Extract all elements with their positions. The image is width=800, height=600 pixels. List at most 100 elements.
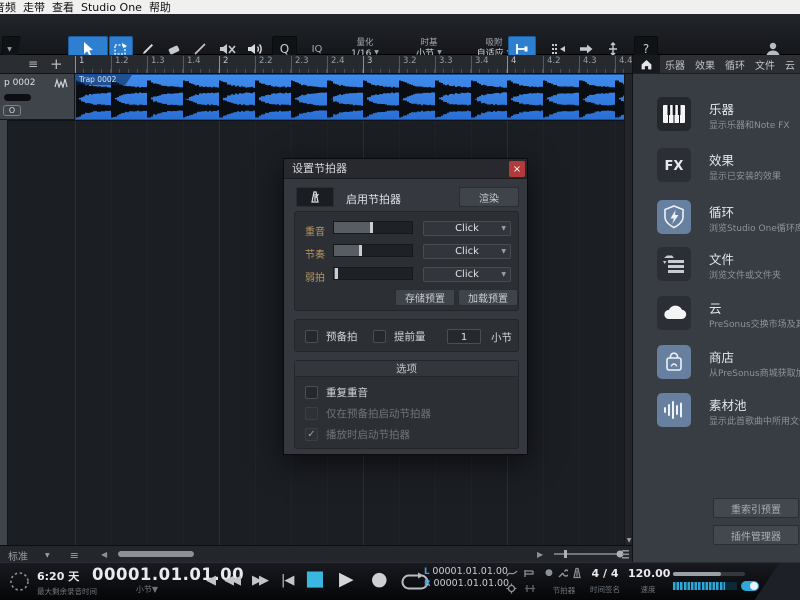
horizontal-scrollbar-thumb[interactable] — [118, 551, 194, 557]
dialog-title[interactable]: 设置节拍器 — [284, 159, 527, 179]
record-mode-icon[interactable]: ● — [545, 568, 553, 578]
offbeat-level-slider[interactable] — [333, 267, 413, 280]
record-button[interactable]: ● — [371, 568, 388, 590]
waveform-icon — [54, 78, 68, 88]
plugin-manager-button[interactable]: 插件管理器 — [713, 525, 799, 545]
browser-item-1[interactable]: FX 效果显示已安装的效果 — [643, 148, 799, 192]
automation-icon[interactable] — [506, 569, 518, 578]
punch-icon[interactable] — [524, 584, 536, 593]
menu-item-3[interactable]: Studio One — [81, 1, 149, 14]
browser-item-2[interactable]: 循环浏览Studio One循环库 — [643, 200, 799, 244]
accent-level-fill — [334, 222, 371, 233]
chevron-down-icon: ▼ — [501, 225, 506, 232]
loop-left-value: 00001.01.01.00 — [432, 566, 508, 577]
offbeat-sound-dropdown[interactable]: Click ▼ — [423, 267, 511, 282]
tab-1[interactable]: 效果 — [690, 57, 720, 72]
render-button[interactable]: 渲染 — [459, 187, 519, 207]
tab-4[interactable]: 云 — [780, 57, 800, 72]
dialog-close-button[interactable]: × — [509, 161, 525, 177]
tab-0[interactable]: 乐器 — [660, 57, 690, 72]
stop-button[interactable]: ■ — [305, 566, 325, 590]
position-display[interactable]: 00001.01.01.00 小节▼ — [92, 565, 202, 595]
play-button[interactable]: ▶ — [339, 568, 354, 590]
add-track-icon[interactable]: + — [50, 55, 63, 73]
return-to-zero-button[interactable]: |◀ — [281, 573, 293, 588]
accent-level-slider[interactable] — [333, 221, 413, 234]
offset-option[interactable]: 提前量 — [373, 329, 426, 344]
metronome-output-toggle[interactable] — [741, 581, 759, 591]
precount-only-checkbox[interactable] — [305, 407, 318, 420]
zoom-slider[interactable] — [552, 549, 628, 559]
audio-clip[interactable]: Trap 0002 — [75, 74, 628, 120]
precount-option[interactable]: 预备拍 — [305, 329, 358, 344]
accent-repeat-checkbox[interactable] — [305, 386, 318, 399]
tab-3[interactable]: 文件 — [750, 57, 780, 72]
track-header[interactable]: p 0002 O — [0, 74, 75, 120]
files-icon — [657, 247, 691, 281]
beat-level-handle[interactable] — [359, 245, 362, 256]
timeline-ruler[interactable]: 11.21.31.422.22.32.433.23.33.444.24.34.4 — [75, 55, 632, 74]
browser-item-5[interactable]: 商店从PreSonus商城获取加载项 — [643, 345, 799, 389]
nudge-left-button[interactable]: ◀ — [206, 573, 213, 588]
browser-panel: 乐器效果循环文件云商店 乐器显示乐器和Note FX FX 效果显示已安装的效果… — [632, 55, 800, 562]
browser-item-3[interactable]: 文件浏览文件或文件夹 — [643, 247, 799, 291]
vertical-scrollbar[interactable]: ▼ — [624, 74, 632, 545]
accent-level-handle[interactable] — [370, 222, 373, 233]
monitor-button[interactable]: O — [3, 105, 21, 116]
time-signature-display[interactable]: 4 / 4 时间签名 — [586, 567, 624, 595]
browser-item-0[interactable]: 乐器显示乐器和Note FX — [643, 97, 799, 141]
fast-forward-button[interactable]: ▶▶ — [252, 573, 266, 588]
grid-icon — [551, 42, 567, 56]
option-accent-repeat[interactable]: 重复重音 — [305, 385, 368, 400]
accent-sound-dropdown[interactable]: Click ▼ — [423, 221, 511, 236]
offbeat-level-handle[interactable] — [335, 268, 338, 279]
question-icon: ? — [643, 42, 649, 56]
store-preset-button[interactable]: 存储预置 — [395, 289, 455, 306]
toolbar: ▼ — [0, 14, 800, 55]
load-preset-button[interactable]: 加载预置 — [458, 289, 518, 306]
track-list-menu-icon[interactable]: ≡ — [28, 57, 38, 71]
position-unit-label[interactable]: 小节▼ — [92, 584, 202, 595]
tab-2[interactable]: 循环 — [720, 57, 750, 72]
offbeat-label: 弱拍 — [305, 269, 325, 284]
option-precount-only[interactable]: 仅在预备拍启动节拍器 — [305, 406, 431, 421]
marker-icon[interactable] — [524, 569, 536, 578]
tab-home[interactable] — [633, 55, 660, 74]
offset-bars-input[interactable]: 1 — [447, 329, 481, 344]
loop-range-display[interactable]: L00001.01.01.00 R00001.01.01.00 — [424, 566, 509, 590]
precount-group: 预备拍 提前量 1 小节 — [294, 319, 519, 352]
menu-item-1[interactable]: 走带 — [23, 0, 52, 14]
gear-icon[interactable] — [506, 583, 517, 594]
browser-item-4[interactable]: 云PreSonus交换市场及其他服务 — [643, 296, 799, 340]
tempo-value: 120.00 — [628, 567, 668, 580]
reindex-presets-button[interactable]: 重索引预置 — [713, 498, 799, 518]
transport-bar: 6:20 天 最大剩余录音时间 00001.01.01.00 小节▼ ◀ ◀◀ … — [0, 562, 800, 600]
metronome-toggle-button[interactable] — [296, 187, 334, 207]
view-mode-dropdown[interactable]: 标准 ▼ ≡ — [8, 548, 79, 562]
tempo-display[interactable]: 120.00 速度 — [628, 567, 668, 595]
arrange-bottom-bar: 标准 ▼ ≡ ◀ ▶ — [0, 545, 632, 562]
precount-checkbox[interactable] — [305, 330, 318, 343]
track-resize-strip[interactable] — [0, 120, 8, 545]
scroll-left-icon[interactable]: ◀ — [101, 550, 107, 559]
enable-metronome-label: 启用节拍器 — [346, 191, 401, 207]
option-start-with-playback[interactable]: ✓ 播放时启动节拍器 — [305, 427, 410, 442]
horizontal-scrollbar[interactable] — [112, 551, 524, 557]
zoom-presets-icon[interactable] — [622, 550, 629, 559]
menu-item-0[interactable]: 音频 — [0, 0, 23, 14]
start-with-playback-checkbox[interactable]: ✓ — [305, 428, 318, 441]
wrench-icon[interactable] — [557, 568, 568, 579]
scroll-down-icon[interactable]: ▼ — [625, 537, 632, 544]
beat-level-slider[interactable] — [333, 244, 413, 257]
browser-item-6[interactable]: 素材池显示此首歌曲中所用文件 — [643, 393, 799, 437]
metronome-mini-icon[interactable] — [571, 567, 583, 579]
options-group: 选项 重复重音 仅在预备拍启动节拍器 ✓ 播放时启动节拍器 — [294, 360, 519, 449]
offset-checkbox[interactable] — [373, 330, 386, 343]
list-menu-icon[interactable]: ≡ — [70, 549, 79, 562]
rewind-button[interactable]: ◀◀ — [224, 573, 238, 588]
track-volume-fader[interactable] — [4, 94, 31, 101]
scroll-right-icon[interactable]: ▶ — [537, 550, 543, 559]
menu-item-4[interactable]: 帮助 — [149, 0, 178, 14]
beat-sound-dropdown[interactable]: Click ▼ — [423, 244, 511, 259]
menu-item-2[interactable]: 查看 — [52, 0, 81, 14]
